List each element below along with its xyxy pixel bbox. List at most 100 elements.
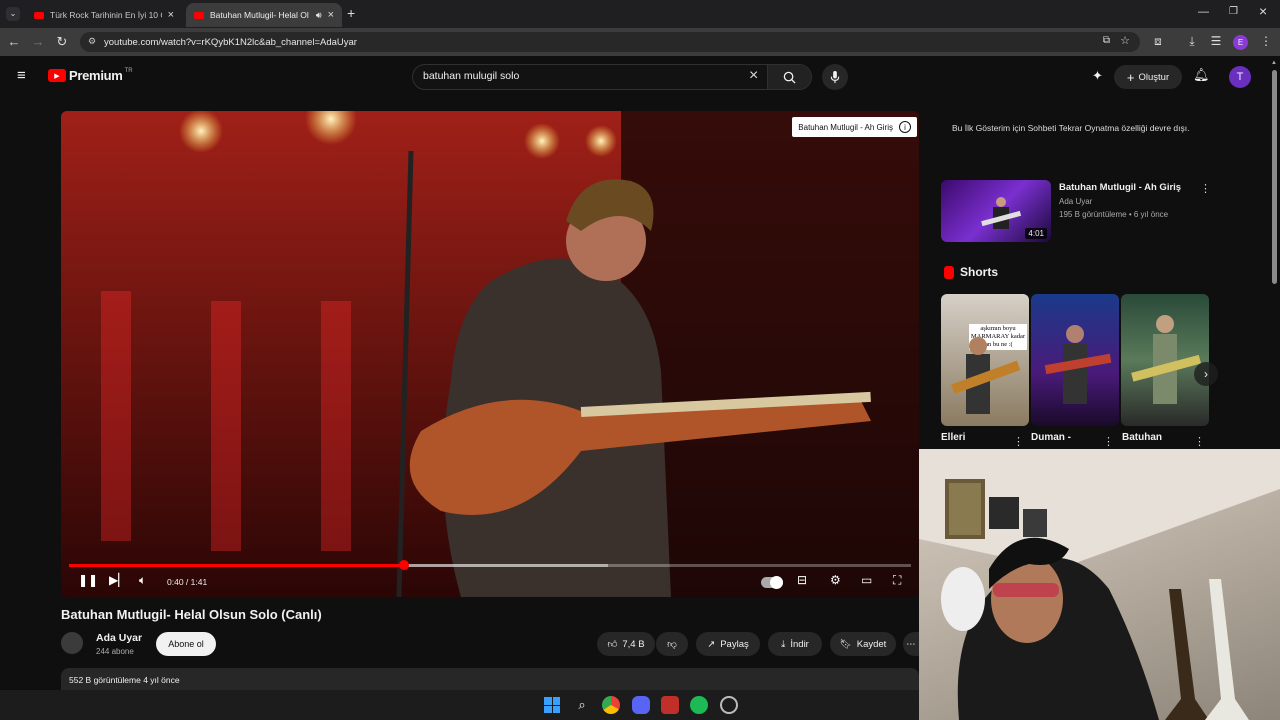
search-box[interactable]: batuhan mulugil solo ×	[412, 64, 812, 90]
dislike-button[interactable]: 👎︎	[656, 632, 688, 656]
more-horizontal-icon: ⋯	[906, 638, 916, 650]
subscribe-button[interactable]: Abone ol	[156, 632, 216, 656]
profile-avatar[interactable]: E	[1233, 35, 1248, 50]
settings-gear-icon[interactable]: ⚙	[830, 573, 841, 587]
channel-name[interactable]: Ada Uyar	[96, 632, 142, 644]
voice-search-button[interactable]	[822, 64, 848, 90]
recommended-video-meta: 195 B görüntüleme • 6 yıl önce	[1059, 210, 1169, 219]
bookmark-star-icon[interactable]: ☆	[1120, 34, 1130, 47]
short-thumbnail-3[interactable]	[1121, 294, 1209, 426]
subtitles-icon[interactable]: ⊟	[797, 573, 807, 587]
address-bar[interactable]: ⚙ youtube.com/watch?v=rKQybK1N2lc&ab_cha…	[80, 32, 1140, 52]
page-scrollbar[interactable]: ▲	[1271, 60, 1278, 284]
short-thumbnail-2[interactable]	[1031, 294, 1119, 426]
notifications-bell-icon[interactable]: 🔔︎	[1193, 67, 1210, 83]
recommended-more-icon[interactable]: ⋮	[1200, 182, 1211, 195]
close-tab-icon[interactable]: ×	[168, 9, 174, 21]
tab-helal-olsun[interactable]: Batuhan Mutlugil- Helal Ol 🔊︎ ×	[186, 3, 342, 27]
search-button[interactable]	[767, 65, 811, 89]
short-more-icon[interactable]: ⋮	[1013, 435, 1024, 448]
theater-mode-icon[interactable]: ▭	[861, 573, 872, 587]
chrome-menu-icon[interactable]: ⋮	[1258, 34, 1274, 48]
share-arrow-icon: ↗	[707, 638, 716, 650]
spotify-taskbar-icon[interactable]	[690, 696, 708, 714]
create-button[interactable]: + Oluştur	[1114, 65, 1182, 89]
settings-taskbar-icon[interactable]	[720, 696, 738, 714]
downloads-icon[interactable]: ⤓	[1184, 34, 1200, 49]
taskbar-search-icon[interactable]: ⌕	[573, 696, 591, 714]
short-more-icon[interactable]: ⋮	[1194, 435, 1205, 448]
shorts-heading: Shorts	[944, 265, 998, 279]
scroll-thumb[interactable]	[1272, 70, 1277, 284]
download-button[interactable]: ⤓ İndir	[768, 632, 822, 656]
hamburger-menu-icon[interactable]: ≡	[17, 67, 26, 84]
youtube-header: ≡ ▶ Premium TR batuhan mulugil solo × ✦ …	[0, 56, 1280, 100]
channel-avatar[interactable]	[61, 632, 83, 654]
chrome-taskbar-icon[interactable]	[602, 696, 620, 714]
extensions-icon[interactable]: ⧈	[1150, 34, 1166, 49]
webcam-streamer-image	[919, 449, 1280, 720]
chat-replay-notice: Bu İlk Gösterim için Sohbeti Tekrar Oyna…	[952, 123, 1190, 133]
back-icon[interactable]: ←	[6, 34, 22, 49]
close-tab-icon[interactable]: ×	[328, 9, 334, 21]
video-player[interactable]: Batuhan Mutlugil - Ah Giriş i ❚❚ ▶▏ 🔈︎ 0…	[61, 111, 919, 597]
windows-taskbar: ⌕	[0, 690, 919, 720]
speaker-icon[interactable]: 🔊︎	[316, 10, 322, 21]
create-label: Oluştur	[1138, 71, 1170, 83]
share-label: Paylaş	[720, 638, 749, 650]
like-count: 7,4 B	[622, 638, 645, 650]
short-more-icon[interactable]: ⋮	[1103, 435, 1114, 448]
recommended-video-channel[interactable]: Ada Uyar	[1059, 197, 1092, 206]
forward-icon[interactable]: →	[30, 34, 46, 49]
volume-icon[interactable]: 🔈︎	[139, 573, 146, 588]
save-button[interactable]: 🔖︎ Kaydet	[830, 632, 896, 656]
progress-bar[interactable]	[69, 560, 911, 570]
short-title-3[interactable]: Batuhan	[1122, 432, 1162, 443]
info-card[interactable]: Batuhan Mutlugil - Ah Giriş i	[792, 117, 917, 137]
recommended-video-thumbnail[interactable]: 4:01	[941, 180, 1051, 242]
fullscreen-icon[interactable]: ⛶	[893, 573, 901, 588]
new-tab-button[interactable]: +	[347, 5, 355, 21]
clear-search-icon[interactable]: ×	[749, 67, 758, 85]
next-video-icon[interactable]: ▶▏	[109, 573, 127, 587]
progress-played	[69, 564, 405, 567]
reading-list-icon[interactable]: ☰	[1208, 34, 1224, 48]
tab-rock-history[interactable]: Türk Rock Tarihinin En İyi 10 Gi ×	[26, 3, 182, 27]
app-taskbar-icon[interactable]	[661, 696, 679, 714]
short-thumbnail-1[interactable]: aşkımın boyu MARMARAY kadar lan bu ne :(	[941, 294, 1029, 426]
tab-search-icon[interactable]: ⌄	[6, 7, 20, 21]
autoplay-toggle[interactable]	[761, 576, 783, 589]
minimize-button[interactable]: —	[1198, 6, 1209, 18]
short-title-2[interactable]: Duman -	[1031, 432, 1071, 443]
scroll-up-arrow-icon[interactable]: ▲	[1271, 60, 1277, 66]
browser-tab-bar: ⌄ Türk Rock Tarihinin En İyi 10 Gi × Bat…	[0, 0, 1280, 28]
discord-taskbar-icon[interactable]	[632, 696, 650, 714]
browser-toolbar: ← → ↻ ⚙ youtube.com/watch?v=rKQybK1N2lc&…	[0, 28, 1280, 56]
close-window-button[interactable]: ×	[1259, 3, 1267, 19]
share-button[interactable]: ↗ Paylaş	[696, 632, 760, 656]
subscriber-count: 244 abone	[96, 647, 134, 656]
shorts-next-button[interactable]: ›	[1194, 362, 1218, 386]
logo-region: TR	[124, 67, 133, 74]
site-info-icon[interactable]: ⚙	[88, 36, 96, 47]
webcam-overlay	[919, 449, 1280, 720]
short-image-guitarist	[1131, 315, 1202, 404]
recommended-video-title[interactable]: Batuhan Mutlugil - Ah Giriş	[1059, 182, 1181, 193]
restore-button[interactable]: ❐	[1229, 6, 1238, 17]
thumbs-down-icon: 👎︎	[667, 639, 677, 650]
gemini-sparkle-icon[interactable]: ✦	[1092, 68, 1103, 84]
short-title-1[interactable]: Elleri	[941, 432, 965, 443]
install-app-icon[interactable]: ⧉	[1103, 35, 1110, 46]
like-button[interactable]: 👍︎ 7,4 B	[597, 632, 655, 656]
shorts-heading-text: Shorts	[960, 265, 999, 279]
more-actions-button[interactable]: ⋯	[903, 632, 919, 656]
reload-icon[interactable]: ↻	[54, 34, 70, 50]
youtube-logo[interactable]: ▶ Premium TR	[48, 68, 133, 83]
search-icon	[783, 71, 796, 84]
youtube-play-logo-icon: ▶	[48, 69, 66, 82]
logo-text: Premium	[69, 68, 123, 83]
pause-icon[interactable]: ❚❚	[78, 573, 98, 587]
account-avatar[interactable]: T	[1229, 66, 1251, 88]
windows-start-icon[interactable]	[543, 696, 561, 714]
search-input[interactable]: batuhan mulugil solo	[423, 70, 519, 82]
